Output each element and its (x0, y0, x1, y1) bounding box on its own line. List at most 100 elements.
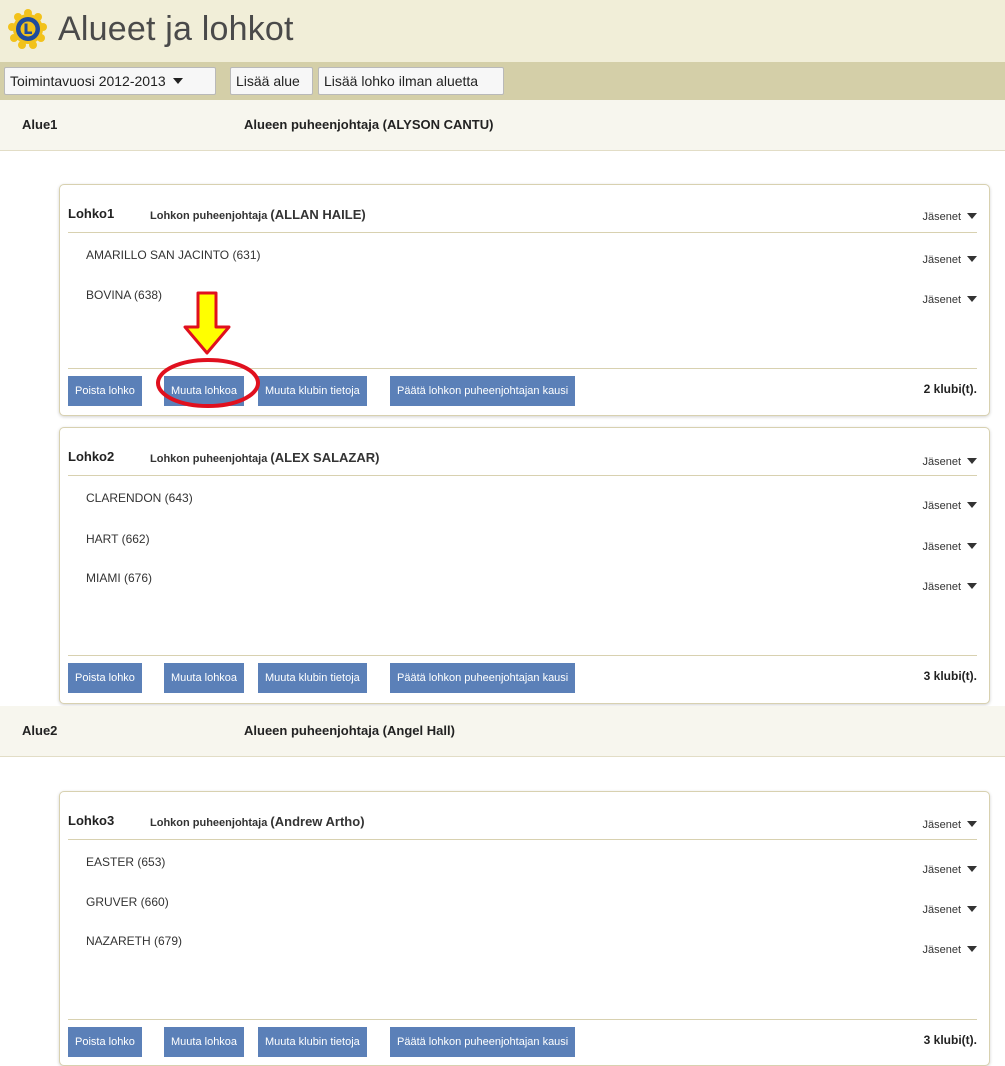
delete-block-button[interactable]: Poista lohko (68, 663, 142, 693)
area-chair: Alueen puheenjohtaja (ALYSON CANTU) (244, 117, 494, 132)
club-count: 3 klubi(t). (923, 1033, 977, 1047)
caret-down-icon (967, 256, 977, 263)
edit-club-info-button[interactable]: Muuta klubin tietoja (258, 1027, 367, 1057)
members-dropdown[interactable]: Jäsenet (922, 211, 977, 223)
end-chair-term-button[interactable]: Päätä lohkon puheenjohtajan kausi (390, 376, 576, 406)
block-chair: Lohkon puheenjohtaja (Andrew Artho) (150, 814, 365, 829)
year-select-label: Toimintavuosi 2012-2013 (10, 73, 166, 89)
members-label: Jäsenet (922, 456, 961, 468)
caret-down-icon (172, 78, 183, 85)
block-header: Lohko3 Lohkon puheenjohtaja (Andrew Arth… (68, 792, 977, 840)
add-area-button[interactable]: Lisää alue (230, 67, 313, 95)
block-header: Lohko1 Lohkon puheenjohtaja (ALLAN HAILE… (68, 185, 977, 233)
block-name: Lohko2 (68, 449, 115, 464)
block-chair: Lohkon puheenjohtaja (ALEX SALAZAR) (150, 450, 379, 465)
club-name: NAZARETH (679) (86, 934, 183, 948)
title-bar: Alueet ja lohkot (0, 0, 1005, 62)
members-dropdown[interactable]: Jäsenet (922, 944, 977, 956)
area-header: Alue2 Alueen puheenjohtaja (Angel Hall) (0, 706, 1005, 757)
caret-down-icon (967, 946, 977, 953)
lions-logo-icon (8, 9, 47, 49)
page-title: Alueet ja lohkot (58, 10, 294, 48)
edit-club-info-button[interactable]: Muuta klubin tietoja (258, 376, 367, 406)
caret-down-icon (967, 296, 977, 303)
block-panel: Lohko2 Lohkon puheenjohtaja (ALEX SALAZA… (59, 427, 990, 704)
block-chair-name: (ALLAN HAILE) (270, 207, 366, 222)
members-label: Jäsenet (922, 819, 961, 831)
caret-down-icon (967, 458, 977, 465)
club-name: CLARENDON (643) (86, 491, 193, 505)
members-dropdown[interactable]: Jäsenet (922, 581, 977, 593)
caret-down-icon (967, 543, 977, 550)
area-chair: Alueen puheenjohtaja (Angel Hall) (244, 723, 455, 738)
caret-down-icon (967, 866, 977, 873)
members-label: Jäsenet (922, 541, 961, 553)
block-panel: Lohko3 Lohkon puheenjohtaja (Andrew Arth… (59, 791, 990, 1066)
members-dropdown[interactable]: Jäsenet (922, 819, 977, 831)
caret-down-icon (967, 213, 977, 220)
members-dropdown[interactable]: Jäsenet (922, 456, 977, 468)
block-footer: Poista lohko Muuta lohkoa Muuta klubin t… (68, 368, 977, 414)
members-label: Jäsenet (922, 500, 961, 512)
members-label: Jäsenet (922, 904, 961, 916)
block-chair-prefix: Lohkon puheenjohtaja (150, 817, 268, 829)
club-name: AMARILLO SAN JACINTO (631) (86, 248, 261, 262)
block-footer: Poista lohko Muuta lohkoa Muuta klubin t… (68, 655, 977, 701)
add-block-without-area-button[interactable]: Lisää lohko ilman aluetta (318, 67, 504, 95)
end-chair-term-button[interactable]: Päätä lohkon puheenjohtajan kausi (390, 663, 576, 693)
block-chair-name: (ALEX SALAZAR) (270, 450, 380, 465)
year-select[interactable]: Toimintavuosi 2012-2013 (4, 67, 216, 95)
members-label: Jäsenet (922, 944, 961, 956)
club-name: HART (662) (86, 532, 150, 546)
area-header: Alue1 Alueen puheenjohtaja (ALYSON CANTU… (0, 100, 1005, 151)
members-label: Jäsenet (922, 294, 961, 306)
club-count: 3 klubi(t). (923, 669, 977, 683)
caret-down-icon (967, 502, 977, 509)
club-name: BOVINA (638) (86, 288, 163, 302)
end-chair-term-button[interactable]: Päätä lohkon puheenjohtajan kausi (390, 1027, 576, 1057)
edit-block-button[interactable]: Muuta lohkoa (164, 663, 245, 693)
block-name: Lohko3 (68, 813, 115, 828)
members-dropdown[interactable]: Jäsenet (922, 904, 977, 916)
list-item: NAZARETH (679) Jäsenet (60, 934, 977, 964)
members-dropdown[interactable]: Jäsenet (922, 864, 977, 876)
list-item: MIAMI (676) Jäsenet (60, 571, 977, 601)
block-chair-prefix: Lohkon puheenjohtaja (150, 453, 268, 465)
area-name: Alue2 (22, 723, 58, 738)
members-dropdown[interactable]: Jäsenet (922, 500, 977, 512)
list-item: CLARENDON (643) Jäsenet (60, 491, 977, 521)
block-header: Lohko2 Lohkon puheenjohtaja (ALEX SALAZA… (68, 428, 977, 476)
members-label: Jäsenet (922, 254, 961, 266)
block-chair-name: (Andrew Artho) (270, 814, 365, 829)
block-chair: Lohkon puheenjohtaja (ALLAN HAILE) (150, 207, 366, 222)
members-dropdown[interactable]: Jäsenet (922, 254, 977, 266)
club-name: EASTER (653) (86, 855, 166, 869)
block-panel: Lohko1 Lohkon puheenjohtaja (ALLAN HAILE… (59, 184, 990, 416)
list-item: BOVINA (638) Jäsenet (60, 288, 977, 318)
block-name: Lohko1 (68, 206, 115, 221)
block-chair-prefix: Lohkon puheenjohtaja (150, 210, 268, 222)
delete-block-button[interactable]: Poista lohko (68, 376, 142, 406)
list-item: AMARILLO SAN JACINTO (631) Jäsenet (60, 248, 977, 278)
toolbar: Toimintavuosi 2012-2013 Lisää alue Lisää… (0, 62, 1005, 100)
edit-club-info-button[interactable]: Muuta klubin tietoja (258, 663, 367, 693)
members-label: Jäsenet (922, 211, 961, 223)
caret-down-icon (967, 583, 977, 590)
list-item: EASTER (653) Jäsenet (60, 855, 977, 885)
delete-block-button[interactable]: Poista lohko (68, 1027, 142, 1057)
list-item: GRUVER (660) Jäsenet (60, 895, 977, 925)
edit-block-button[interactable]: Muuta lohkoa (164, 376, 245, 406)
members-label: Jäsenet (922, 864, 961, 876)
members-label: Jäsenet (922, 581, 961, 593)
area-name: Alue1 (22, 117, 58, 132)
members-dropdown[interactable]: Jäsenet (922, 294, 977, 306)
members-dropdown[interactable]: Jäsenet (922, 541, 977, 553)
club-count: 2 klubi(t). (923, 382, 977, 396)
club-name: MIAMI (676) (86, 571, 153, 585)
caret-down-icon (967, 821, 977, 828)
caret-down-icon (967, 906, 977, 913)
club-name: GRUVER (660) (86, 895, 169, 909)
list-item: HART (662) Jäsenet (60, 532, 977, 562)
edit-block-button[interactable]: Muuta lohkoa (164, 1027, 245, 1057)
block-footer: Poista lohko Muuta lohkoa Muuta klubin t… (68, 1019, 977, 1065)
